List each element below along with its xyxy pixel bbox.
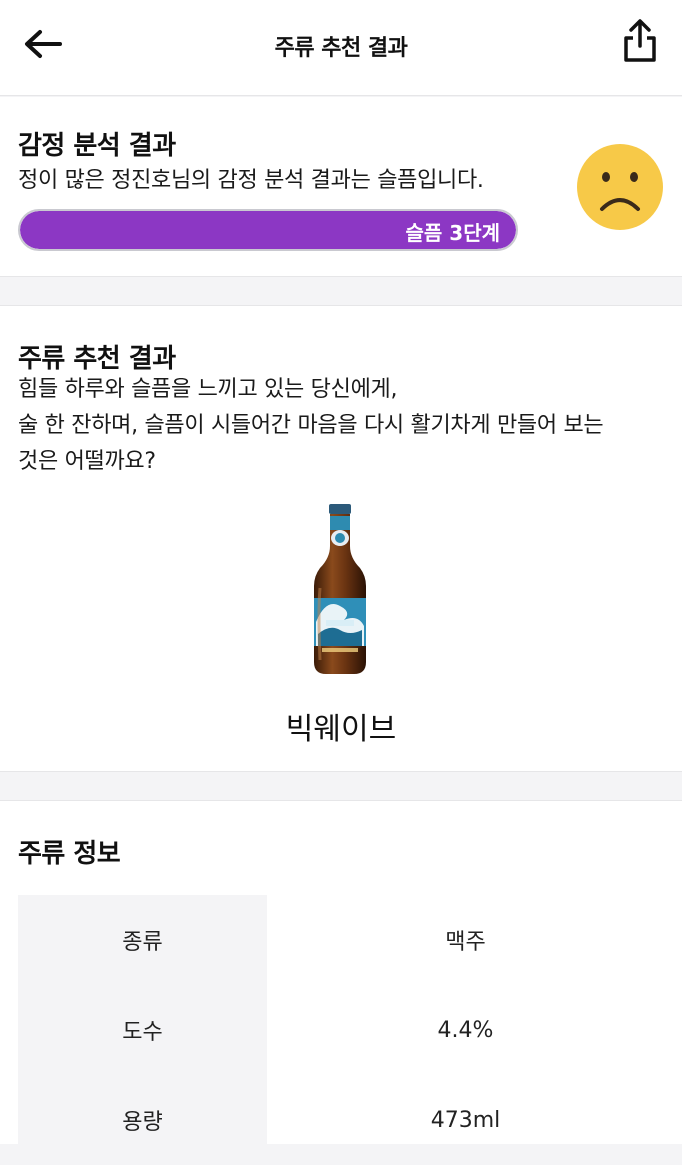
recommendation-line: 술 한 잔하며, 슬픔이 시들어간 마음을 다시 활기차게 만들어 보는 xyxy=(18,413,604,438)
info-key-abv: 도수 xyxy=(18,985,267,1075)
recommendation-line: 힘들 하루와 슬픔을 느끼고 있는 당신에게, xyxy=(18,377,398,402)
info-table: 종류 맥주 도수 4.4% 용량 473ml xyxy=(18,895,664,1165)
info-key-type: 종류 xyxy=(18,895,267,985)
info-value-type: 맥주 xyxy=(445,930,486,955)
share-button[interactable] xyxy=(620,18,660,64)
emotion-level-label: 슬픔 3단계 xyxy=(405,221,500,245)
recommendation-card: 주류 추천 결과 힘들 하루와 슬픔을 느끼고 있는 당신에게, 술 한 잔하며… xyxy=(0,305,682,772)
table-row: 도수 4.4% xyxy=(18,985,664,1075)
app-header: 주류 추천 결과 xyxy=(0,0,682,96)
emotion-description: 정이 많은 정진호님의 감정 분석 결과는 슬픔입니다. xyxy=(18,168,484,193)
info-value-volume: 473ml xyxy=(430,1107,501,1133)
info-section-title: 주류 정보 xyxy=(18,839,121,869)
info-key-volume: 용량 xyxy=(18,1075,267,1165)
recommendation-message: 힘들 하루와 슬픔을 느끼고 있는 당신에게, 술 한 잔하며, 슬픔이 시들어… xyxy=(18,372,668,480)
emotion-section-title: 감정 분석 결과 xyxy=(18,131,176,161)
drink-info-card: 주류 정보 종류 맥주 도수 4.4% 용량 473ml xyxy=(0,800,682,1165)
recommendation-line: 것은 어떨까요? xyxy=(18,449,156,474)
sad-face-icon xyxy=(577,144,663,230)
emotion-result-card: 감정 분석 결과 정이 많은 정진호님의 감정 분석 결과는 슬픔입니다. 슬픔… xyxy=(0,97,682,277)
info-value-abv: 4.4% xyxy=(437,1017,494,1043)
table-row: 종류 맥주 xyxy=(18,895,664,985)
table-row: 용량 473ml xyxy=(18,1075,664,1165)
beer-bottle-icon xyxy=(314,504,366,674)
recommendation-section-title: 주류 추천 결과 xyxy=(18,344,176,374)
recommended-drink-name: 빅웨이브 xyxy=(285,712,397,747)
emotion-level-bar: 슬픔 3단계 xyxy=(18,209,518,251)
share-icon xyxy=(624,19,656,62)
page-title: 주류 추천 결과 xyxy=(274,36,408,61)
